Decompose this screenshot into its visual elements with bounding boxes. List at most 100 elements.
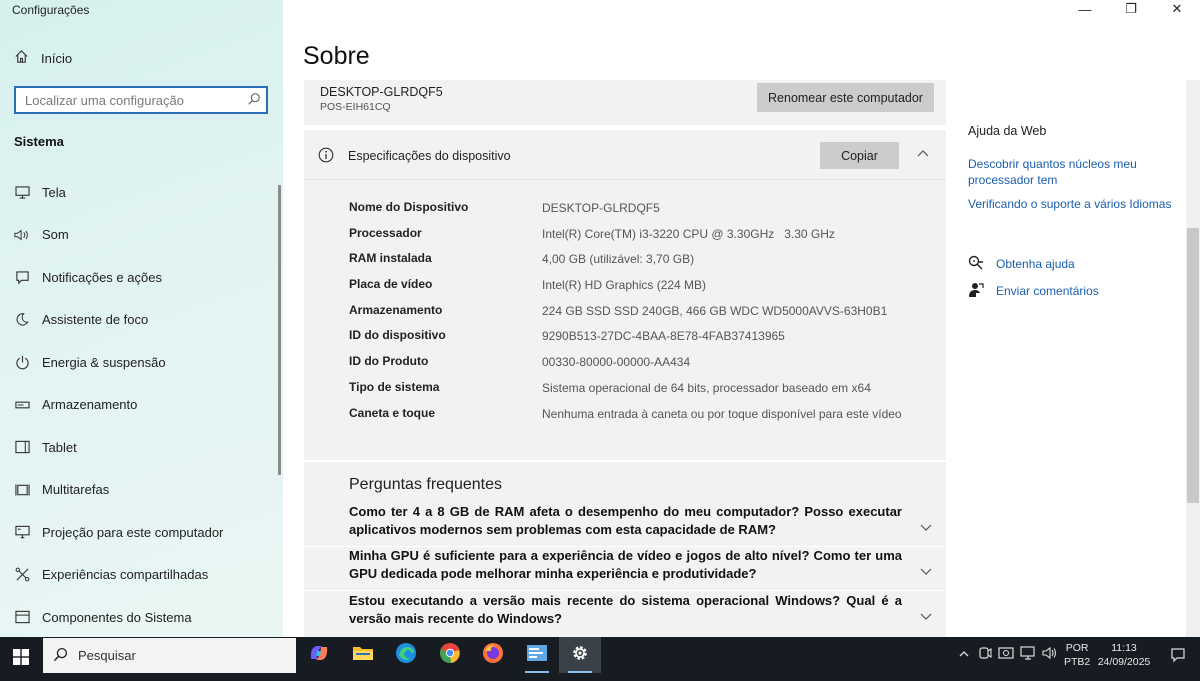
spec-label: Nome do Dispositivo [349, 200, 469, 214]
sidebar-item-multitarefas[interactable]: Multitarefas [0, 469, 275, 512]
sidebar-item-tela[interactable]: Tela [0, 171, 275, 214]
folder-icon [352, 644, 374, 667]
edge-icon [395, 642, 417, 669]
faq-divider [304, 590, 946, 591]
taskbar-app-copilot[interactable] [298, 637, 340, 673]
spec-value: 224 GB SSD SSD 240GB, 466 GB WDC WD5000A… [542, 303, 888, 318]
storage-icon [14, 400, 30, 410]
clock[interactable]: 11:13 24/09/2025 [1095, 641, 1153, 669]
pc-name: DESKTOP-GLRDQF5 [320, 85, 443, 99]
chrome-icon [439, 642, 461, 669]
faq-item-windows[interactable]: Estou executando a versão mais recente d… [349, 592, 902, 628]
spec-row: ID do dispositivo 9290B513-27DC-4BAA-8E7… [349, 328, 909, 354]
sidebar-item-label: Tela [42, 184, 66, 200]
taskbar-app-explorer[interactable] [342, 637, 384, 673]
minimize-button[interactable]: — [1062, 0, 1108, 18]
spec-label: Armazenamento [349, 302, 443, 317]
sidebar-item-assistente-foco[interactable]: Assistente de foco [0, 299, 275, 342]
device-specs-list: Nome do Dispositivo DESKTOP-GLRDQF5 Proc… [349, 200, 909, 431]
device-specs-header[interactable]: Especificações do dispositivo Copiar [304, 130, 946, 180]
start-button[interactable] [0, 637, 42, 681]
sidebar-item-label: Projeção para este computador [42, 524, 224, 540]
copilot-icon [308, 643, 330, 668]
section-title: Sistema [14, 134, 64, 149]
spec-row: Nome do Dispositivo DESKTOP-GLRDQF5 [349, 200, 909, 226]
maximize-button[interactable]: ❐ [1108, 0, 1154, 18]
main-scrollbar-thumb[interactable] [1187, 228, 1199, 503]
keyboard-layout: PTB2 [1064, 656, 1091, 668]
taskbar-app-firefox[interactable] [472, 637, 514, 673]
taskbar-app-chrome[interactable] [429, 637, 471, 673]
search-input[interactable] [16, 88, 236, 112]
network-icon[interactable] [1020, 646, 1036, 665]
help-link-cores[interactable]: Descobrir quantos núcleos meu processado… [968, 156, 1168, 188]
faq-card: Perguntas frequentes Como ter 4 a 8 GB d… [304, 462, 946, 637]
sidebar-scrollbar[interactable] [278, 185, 281, 475]
taskbar-app-settings[interactable] [559, 637, 601, 673]
notification-center-icon[interactable] [1170, 647, 1186, 668]
chevron-up-icon[interactable] [958, 647, 970, 665]
sidebar-item-tablet[interactable]: Tablet [0, 426, 275, 469]
sidebar-item-componentes[interactable]: Componentes do Sistema [0, 596, 275, 639]
chevron-down-icon[interactable] [919, 608, 933, 626]
faq-item-ram[interactable]: Como ter 4 a 8 GB de RAM afeta o desempe… [349, 503, 902, 539]
spec-row: Processador Intel(R) Core(TM) i3-3220 CP… [349, 226, 909, 252]
sidebar-item-label: Multitarefas [42, 482, 110, 498]
spec-label: ID do Produto [349, 354, 429, 369]
device-specs-card: Especificações do dispositivo Copiar Nom… [304, 130, 946, 460]
feedback-link[interactable]: Enviar comentários [968, 282, 1099, 300]
volume-icon[interactable] [1042, 646, 1058, 665]
spec-label: ID do dispositivo [349, 328, 446, 343]
spec-row: Tipo de sistema Sistema operacional de 6… [349, 380, 909, 406]
clock-date: 24/09/2025 [1097, 656, 1151, 668]
taskbar-app-system-info[interactable] [516, 637, 558, 673]
get-help-link[interactable]: Obtenha ajuda [968, 255, 1075, 273]
pc-subtitle: POS-EIH61CQ [320, 101, 391, 113]
sidebar-item-home[interactable]: Início [14, 49, 72, 67]
spec-label: RAM instalada [349, 251, 432, 266]
components-icon [14, 610, 30, 624]
home-icon [14, 49, 29, 67]
sidebar-item-armazenamento[interactable]: Armazenamento [0, 384, 275, 427]
close-button[interactable]: ✕ [1154, 0, 1200, 18]
sidebar-item-experiencias[interactable]: Experiências compartilhadas [0, 554, 275, 597]
spec-label: Tipo de sistema [349, 379, 440, 394]
meet-now-icon[interactable] [978, 646, 992, 665]
taskbar-search-label: Pesquisar [78, 648, 136, 663]
taskbar-app-edge[interactable] [385, 637, 427, 673]
help-link-languages[interactable]: Verificando o suporte a vários Idiomas [968, 196, 1183, 212]
pc-name-card: DESKTOP-GLRDQF5 POS-EIH61CQ Renomear est… [304, 80, 946, 125]
feedback-label: Enviar comentários [996, 284, 1099, 298]
search-icon[interactable] [247, 92, 261, 111]
faq-item-gpu[interactable]: Minha GPU é suficiente para a experiênci… [349, 547, 902, 583]
sidebar-item-label: Assistente de foco [42, 312, 149, 328]
speaker-icon [14, 228, 30, 242]
sidebar-item-label: Armazenamento [42, 397, 138, 413]
spec-row: Armazenamento 224 GB SSD SSD 240GB, 466 … [349, 303, 909, 329]
language-code: POR [1065, 642, 1089, 654]
language-indicator[interactable]: POR PTB2 [1064, 641, 1090, 669]
sidebar-item-som[interactable]: Som [0, 214, 275, 257]
sidebar-nav: Tela Som Notificações e ações Assistente… [0, 171, 275, 639]
sidebar-item-energia[interactable]: Energia & suspensão [0, 341, 275, 384]
spec-label: Placa de vídeo [349, 277, 433, 292]
sidebar-item-projecao[interactable]: Projeção para este computador [0, 511, 275, 554]
camera-icon[interactable] [998, 646, 1014, 665]
gear-icon [570, 643, 590, 668]
spec-label: Caneta e toque [349, 405, 436, 420]
taskbar-search[interactable]: Pesquisar [43, 638, 296, 673]
chevron-down-icon[interactable] [919, 519, 933, 537]
sidebar-item-label: Tablet [42, 439, 77, 455]
firefox-icon [482, 642, 504, 669]
chevron-up-icon[interactable] [916, 146, 930, 164]
sidebar-item-notificacoes[interactable]: Notificações e ações [0, 256, 275, 299]
settings-search[interactable] [14, 86, 268, 114]
sidebar-item-label: Notificações e ações [42, 269, 162, 285]
sidebar: Configurações Início Sistema Tela Som No… [0, 0, 283, 637]
multitask-icon [14, 483, 30, 497]
rename-pc-button[interactable]: Renomear este computador [757, 83, 934, 112]
running-indicator [525, 671, 549, 673]
copy-button[interactable]: Copiar [820, 142, 899, 169]
spec-value: DESKTOP-GLRDQF5 [542, 201, 660, 215]
chevron-down-icon[interactable] [919, 563, 933, 581]
